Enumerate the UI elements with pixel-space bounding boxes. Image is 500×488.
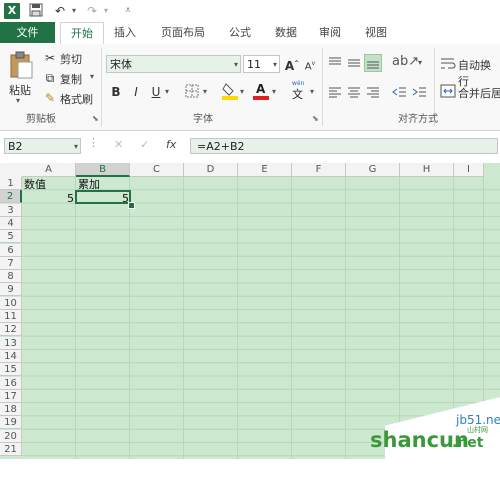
bold-button[interactable]: B <box>108 84 124 100</box>
enter-icon[interactable]: ✓ <box>140 138 149 151</box>
watermark-suffix: .net <box>452 435 484 451</box>
underline-button[interactable]: U <box>148 84 164 100</box>
merge-center-icon[interactable] <box>440 84 456 98</box>
font-color-glyph: A <box>256 82 266 96</box>
font-color-icon[interactable]: A <box>253 82 269 100</box>
chevron-down-icon: ▾ <box>73 142 78 151</box>
borders-icon[interactable] <box>184 84 200 100</box>
font-name-select[interactable]: 宋体 ▾ <box>106 55 241 73</box>
name-box[interactable]: B2 ▾ <box>4 138 81 154</box>
phonetic-glyph: 文 <box>292 88 303 101</box>
cell-A1[interactable]: 数值 <box>24 178 46 191</box>
copy-icon[interactable]: ⧉ <box>42 70 58 86</box>
font-group-label: 字体 <box>193 114 213 125</box>
tab-home[interactable]: 开始 <box>60 22 104 45</box>
increase-indent-icon[interactable] <box>412 84 428 100</box>
cut-button[interactable]: 剪切 <box>60 51 82 67</box>
chevron-down-icon: ▾ <box>272 60 277 69</box>
phonetic-icon[interactable]: wén 文 <box>290 80 306 101</box>
fill-color-dropdown-icon[interactable]: ▾ <box>240 87 244 96</box>
group-divider <box>322 48 323 126</box>
decrease-font-icon[interactable]: Av <box>302 56 318 72</box>
underline-dropdown-icon[interactable]: ▾ <box>165 87 169 96</box>
customize-toolbar-icon[interactable]: ⩡ <box>120 3 136 19</box>
tab-insert[interactable]: 插入 <box>106 22 144 43</box>
fill-color-icon[interactable] <box>222 82 238 100</box>
excel-logo-icon: X <box>4 3 20 19</box>
font-name-value: 宋体 <box>110 58 132 71</box>
save-icon[interactable] <box>28 3 44 19</box>
format-painter-button[interactable]: 格式刷 <box>60 91 93 107</box>
alignment-group-label: 对齐方式 <box>398 114 438 125</box>
decrease-indent-icon[interactable] <box>392 84 408 100</box>
worksheet-grid[interactable]: ABCDEFGHI 1 2 3 4 5 6 7 8 9 10 11 12 13 14 15 16 17 18 19 2… <box>0 163 500 488</box>
tab-file[interactable]: 文件 <box>0 22 55 43</box>
more-icon: ⋮ <box>88 136 99 149</box>
paste-dropdown-icon[interactable]: ▾ <box>16 96 20 105</box>
name-box-value: B2 <box>8 140 23 153</box>
chevron-down-icon: ▾ <box>233 60 238 69</box>
formula-bar: B2 ▾ ⋮ ✕ ✓ fx =A2+B2 <box>0 131 500 159</box>
orientation-dropdown-icon[interactable]: ▾ <box>418 58 422 67</box>
font-color-swatch <box>253 96 269 100</box>
fill-handle[interactable] <box>128 202 135 209</box>
merge-center-button[interactable]: 合并后居 <box>458 85 500 101</box>
clipboard-launcher-icon[interactable]: ⬊ <box>92 115 100 123</box>
redo-dropdown-icon[interactable]: ▾ <box>98 3 114 19</box>
cell-A2[interactable]: 5 <box>24 192 74 205</box>
italic-button[interactable]: I <box>128 84 144 100</box>
paste-icon[interactable] <box>8 50 34 80</box>
format-painter-icon[interactable]: ✎ <box>42 90 58 106</box>
wrap-text-icon[interactable] <box>440 56 456 70</box>
watermark-small: 山村网 <box>467 426 488 434</box>
cut-icon[interactable]: ✂ <box>42 50 58 66</box>
insert-function-icon[interactable]: fx <box>166 138 176 151</box>
cancel-icon[interactable]: ✕ <box>114 138 123 151</box>
copy-button[interactable]: 复制 <box>60 71 82 87</box>
increase-font-icon[interactable]: A^ <box>284 56 300 73</box>
font-size-value: 11 <box>247 58 261 71</box>
font-size-select[interactable]: 11 ▾ <box>243 55 280 73</box>
tab-formulas[interactable]: 公式 <box>220 22 260 43</box>
align-top-icon[interactable] <box>327 55 343 71</box>
selected-cell-border <box>75 190 131 204</box>
formula-input[interactable]: =A2+B2 <box>190 138 498 154</box>
clipboard-group-label: 剪贴板 <box>26 114 56 125</box>
font-color-dropdown-icon[interactable]: ▾ <box>272 87 276 96</box>
align-right-icon[interactable] <box>365 84 381 100</box>
align-bottom-icon[interactable] <box>364 54 382 72</box>
align-center-icon[interactable] <box>346 84 362 100</box>
phonetic-dropdown-icon[interactable]: ▾ <box>310 87 314 96</box>
tab-review[interactable]: 审阅 <box>310 22 350 43</box>
borders-dropdown-icon[interactable]: ▾ <box>203 87 207 96</box>
tab-page-layout[interactable]: 页面布局 <box>150 22 216 43</box>
align-left-icon[interactable] <box>327 84 343 100</box>
align-middle-icon[interactable] <box>346 55 362 71</box>
group-divider <box>101 48 102 126</box>
quick-access-toolbar: X ↶ ▾ ↷ ▾ ⩡ <box>0 0 500 22</box>
tab-data[interactable]: 数据 <box>266 22 306 43</box>
undo-dropdown-icon[interactable]: ▾ <box>66 3 82 19</box>
ribbon-tabs: 文件 开始 插入 页面布局 公式 数据 审阅 视图 <box>0 22 500 45</box>
orientation-icon[interactable]: ab↗ <box>392 54 419 69</box>
tab-view[interactable]: 视图 <box>356 22 396 43</box>
font-launcher-icon[interactable]: ⬊ <box>312 115 320 123</box>
copy-dropdown-icon[interactable]: ▾ <box>90 72 94 81</box>
ribbon-home: 粘贴 ▾ ✂ 剪切 ⧉ 复制 ▾ ✎ 格式刷 剪贴板 ⬊ 宋体 ▾ 11 ▾ A^ … <box>0 44 500 131</box>
